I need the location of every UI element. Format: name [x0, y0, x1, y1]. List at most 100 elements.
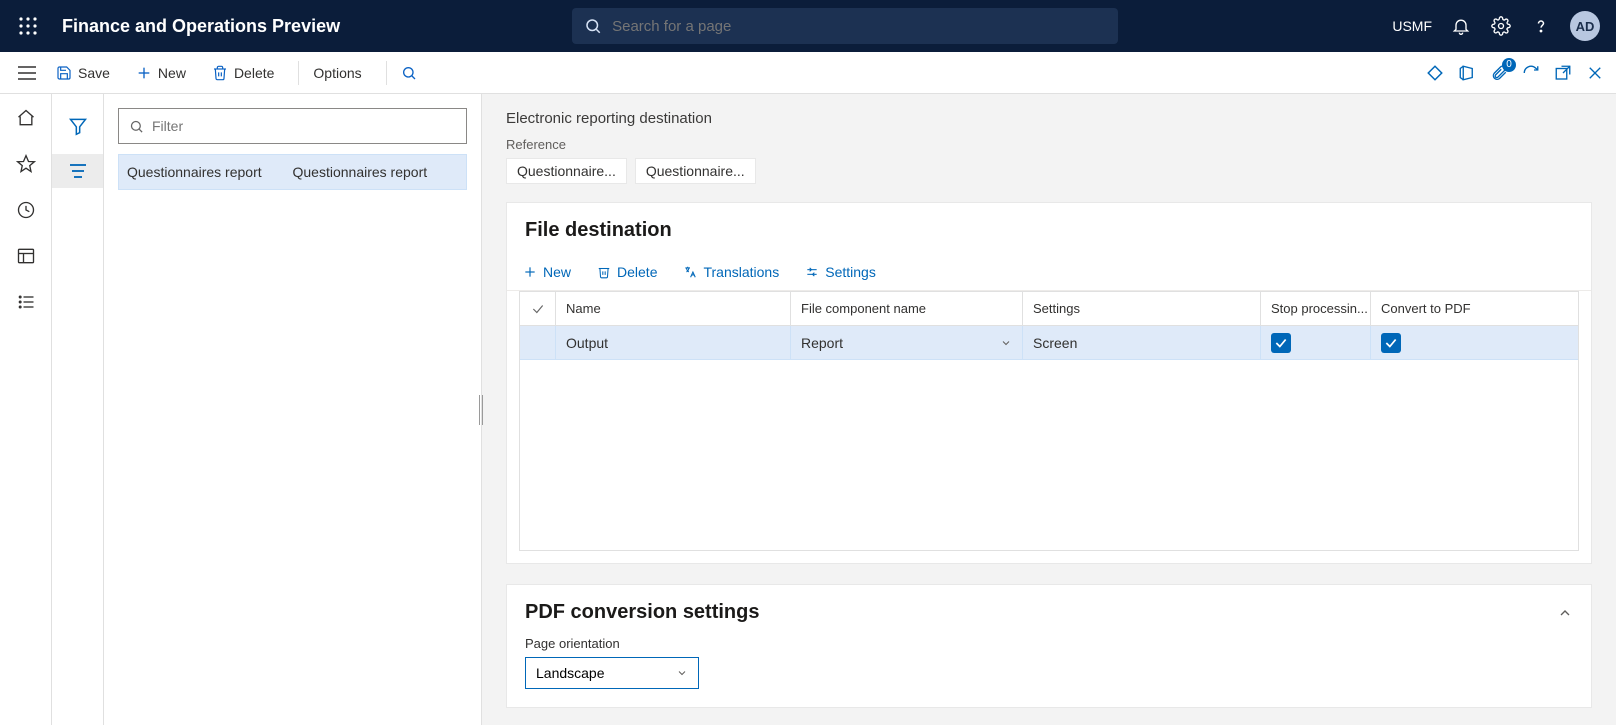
- filter-funnel-icon[interactable]: [52, 108, 103, 144]
- search-icon: [129, 119, 144, 134]
- trash-icon: [597, 265, 611, 279]
- list-pane: Questionnaires report Questionnaires rep…: [104, 94, 482, 725]
- attachments-icon[interactable]: 0: [1490, 64, 1508, 82]
- check-icon: [1274, 336, 1288, 350]
- workspaces-icon[interactable]: [16, 246, 36, 266]
- close-icon[interactable]: [1586, 64, 1604, 82]
- list-rail: [52, 94, 104, 725]
- sliders-icon: [805, 265, 819, 279]
- grid-delete-button[interactable]: Delete: [593, 260, 661, 284]
- home-icon[interactable]: [16, 108, 36, 128]
- cell-name[interactable]: Output: [556, 326, 791, 359]
- page-title: Electronic reporting destination: [506, 110, 1592, 127]
- modules-icon[interactable]: [16, 292, 36, 312]
- grid-settings-label: Settings: [825, 264, 876, 280]
- global-search[interactable]: [572, 8, 1118, 44]
- cell-convert-pdf: [1371, 326, 1489, 359]
- file-destination-card: File destination New Delete Translations…: [506, 202, 1592, 564]
- favorites-icon[interactable]: [16, 154, 36, 174]
- filter-input[interactable]: [152, 118, 456, 134]
- list-item-col1: Questionnaires report: [127, 164, 293, 180]
- actionbar: Save New Delete Options 0: [0, 52, 1616, 94]
- check-icon: [531, 302, 545, 316]
- reference-label: Reference: [506, 137, 1592, 152]
- column-stop-processing[interactable]: Stop processin...: [1261, 292, 1371, 325]
- grid-row[interactable]: Output Report Screen: [520, 326, 1578, 360]
- help-icon[interactable]: [1530, 15, 1552, 37]
- settings-gear-icon[interactable]: [1490, 15, 1512, 37]
- save-label: Save: [78, 65, 110, 81]
- options-button[interactable]: Options: [305, 61, 369, 85]
- options-label: Options: [313, 65, 361, 81]
- page-orientation-select[interactable]: Landscape: [525, 657, 699, 689]
- save-button[interactable]: Save: [48, 61, 118, 85]
- grid-toolbar: New Delete Translations Settings: [507, 254, 1591, 291]
- file-destination-title: File destination: [507, 203, 1591, 254]
- user-avatar[interactable]: AD: [1570, 11, 1600, 41]
- popout-icon[interactable]: [1554, 64, 1572, 82]
- page-orientation-label: Page orientation: [525, 636, 1573, 651]
- grid-delete-label: Delete: [617, 264, 657, 280]
- attachments-badge: 0: [1502, 58, 1516, 72]
- check-icon: [1384, 336, 1398, 350]
- column-name[interactable]: Name: [556, 292, 791, 325]
- company-label[interactable]: USMF: [1392, 18, 1432, 34]
- list-view-icon[interactable]: [52, 154, 103, 188]
- splitter-handle[interactable]: [477, 395, 485, 425]
- file-destination-grid: Name File component name Settings Stop p…: [519, 291, 1579, 551]
- plus-icon: [523, 265, 537, 279]
- reference-chip-2[interactable]: Questionnaire...: [635, 158, 756, 184]
- column-convert-pdf[interactable]: Convert to PDF: [1371, 292, 1489, 325]
- search-icon: [584, 17, 602, 35]
- pdf-conversion-card: PDF conversion settings Page orientation…: [506, 584, 1592, 708]
- app-launcher-icon[interactable]: [8, 6, 48, 46]
- search-icon: [401, 65, 417, 81]
- grid-translations-label: Translations: [703, 264, 779, 280]
- delete-button[interactable]: Delete: [204, 61, 282, 85]
- page-orientation-value: Landscape: [536, 665, 605, 681]
- list-item-col2: Questionnaires report: [293, 164, 459, 180]
- column-file-component[interactable]: File component name: [791, 292, 1023, 325]
- cell-file-component[interactable]: Report: [791, 326, 1023, 359]
- refresh-icon[interactable]: [1522, 64, 1540, 82]
- chevron-down-icon: [676, 667, 688, 679]
- notifications-icon[interactable]: [1450, 15, 1472, 37]
- link-icon[interactable]: [1426, 64, 1444, 82]
- menu-toggle-icon[interactable]: [12, 66, 42, 80]
- chevron-down-icon[interactable]: [1000, 337, 1012, 349]
- new-button[interactable]: New: [128, 61, 194, 85]
- grid-empty-area: [520, 360, 1578, 550]
- grid-settings-button[interactable]: Settings: [801, 260, 880, 284]
- recent-icon[interactable]: [16, 200, 36, 220]
- delete-label: Delete: [234, 65, 274, 81]
- pdf-conversion-title: PDF conversion settings: [525, 601, 760, 624]
- cell-stop-processing: [1261, 326, 1371, 359]
- grid-translations-button[interactable]: Translations: [679, 260, 783, 284]
- column-settings[interactable]: Settings: [1023, 292, 1261, 325]
- filter-input-wrap[interactable]: [118, 108, 467, 144]
- row-selector[interactable]: [520, 326, 556, 359]
- cell-settings[interactable]: Screen: [1023, 326, 1261, 359]
- separator: [386, 61, 387, 85]
- separator: [298, 61, 299, 85]
- trash-icon: [212, 65, 228, 81]
- convert-pdf-checkbox[interactable]: [1381, 333, 1401, 353]
- cell-file-value: Report: [801, 335, 843, 351]
- grid-new-label: New: [543, 264, 571, 280]
- new-label: New: [158, 65, 186, 81]
- plus-icon: [136, 65, 152, 81]
- global-search-input[interactable]: [612, 18, 1106, 35]
- brand-title: Finance and Operations Preview: [62, 16, 340, 37]
- grid-select-all[interactable]: [520, 292, 556, 325]
- translate-icon: [683, 265, 697, 279]
- office-icon[interactable]: [1458, 64, 1476, 82]
- grid-new-button[interactable]: New: [519, 260, 575, 284]
- reference-chip-1[interactable]: Questionnaire...: [506, 158, 627, 184]
- stop-processing-checkbox[interactable]: [1271, 333, 1291, 353]
- collapse-chevron-icon[interactable]: [1557, 605, 1573, 621]
- save-icon: [56, 65, 72, 81]
- main-content: Electronic reporting destination Referen…: [482, 94, 1616, 725]
- list-item[interactable]: Questionnaires report Questionnaires rep…: [118, 154, 467, 190]
- find-button[interactable]: [393, 61, 425, 85]
- grid-header: Name File component name Settings Stop p…: [520, 292, 1578, 326]
